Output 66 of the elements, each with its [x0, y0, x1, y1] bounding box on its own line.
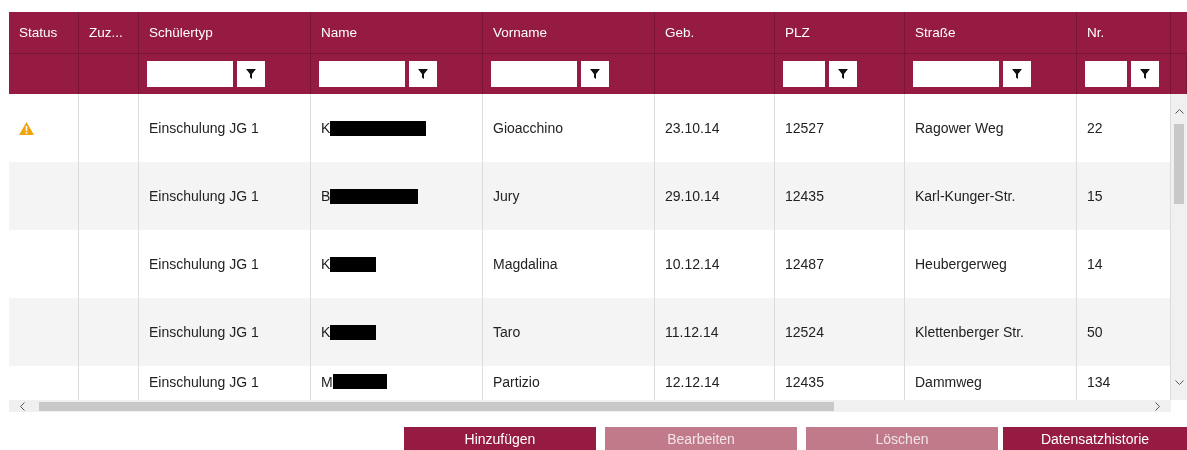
table-cell: 23.10.14 [665, 120, 720, 136]
table-cell: Einschulung JG 1 [149, 324, 259, 340]
table-cell: Partizio [493, 374, 540, 390]
table-cell: Einschulung JG 1 [149, 188, 259, 204]
table-cell: Dammweg [915, 374, 982, 390]
action-button[interactable]: Hinzufügen [404, 427, 596, 450]
table-cell: M [321, 374, 333, 390]
table-cell: K [321, 324, 331, 340]
table-cell: 10.12.14 [665, 256, 720, 272]
filter-field[interactable] [319, 61, 405, 87]
filter-field[interactable] [913, 61, 999, 87]
table-cell: Einschulung JG 1 [149, 256, 259, 272]
table-cell: Karl-Kunger-Str. [915, 188, 1016, 204]
table-cell: K [321, 120, 331, 136]
scroll-right-icon[interactable] [1155, 401, 1161, 411]
filter-field[interactable] [1085, 61, 1127, 87]
table-cell: Ragower Weg [915, 120, 1004, 136]
filter-icon [590, 69, 600, 79]
filter-button[interactable] [237, 61, 265, 87]
table-cell: 12527 [785, 120, 824, 136]
scrollbar-thumb[interactable] [39, 401, 834, 411]
scroll-down-icon[interactable] [1174, 380, 1184, 386]
filter-icon [1140, 69, 1150, 79]
vertical-scrollbar[interactable] [1171, 94, 1187, 400]
table-cell: 50 [1087, 324, 1103, 340]
table-cell: 29.10.14 [665, 188, 720, 204]
scroll-up-icon[interactable] [1174, 108, 1184, 114]
table-cell: Magdalina [493, 256, 558, 272]
table-cell: Einschulung JG 1 [149, 374, 259, 390]
filter-field[interactable] [491, 61, 577, 87]
table-cell: 12487 [785, 256, 824, 272]
redaction-bar [330, 324, 377, 340]
table-cell: Jury [493, 188, 520, 204]
action-button[interactable]: Datensatzhistorie [1003, 427, 1187, 450]
table-cell: 12435 [785, 374, 824, 390]
filter-icon [418, 69, 428, 79]
table-cell: Heubergerweg [915, 256, 1007, 272]
table-cell: 12.12.14 [665, 374, 720, 390]
scroll-left-icon[interactable] [19, 401, 25, 411]
scrollbar-thumb[interactable] [1174, 124, 1184, 204]
table-cell: 134 [1087, 374, 1111, 390]
filter-icon [838, 69, 848, 79]
table-cell: 15 [1087, 188, 1103, 204]
filter-icon [1012, 69, 1022, 79]
table-cell: K [321, 256, 331, 272]
filter-button[interactable] [409, 61, 437, 87]
filter-button[interactable] [581, 61, 609, 87]
table-cell: 12435 [785, 188, 824, 204]
table-cell: 14 [1087, 256, 1103, 272]
redaction-bar [332, 374, 387, 389]
table-cell: B [321, 188, 331, 204]
table-cell: Einschulung JG 1 [149, 120, 259, 136]
redaction-bar [330, 256, 377, 272]
horizontal-scrollbar[interactable] [9, 400, 1171, 412]
table-cell: Klettenberger Str. [915, 324, 1024, 340]
filter-field[interactable] [147, 61, 233, 87]
table-cell: Gioacchino [493, 120, 564, 136]
table-cell: 22 [1087, 120, 1103, 136]
filter-button[interactable] [829, 61, 857, 87]
table-cell: Taro [493, 324, 521, 340]
filter-button[interactable] [1003, 61, 1031, 87]
filter-field[interactable] [783, 61, 825, 87]
filter-icon [246, 69, 256, 79]
table-cell: 11.12.14 [665, 324, 719, 340]
filter-button[interactable] [1131, 61, 1159, 87]
table-cell: 12524 [785, 324, 824, 340]
